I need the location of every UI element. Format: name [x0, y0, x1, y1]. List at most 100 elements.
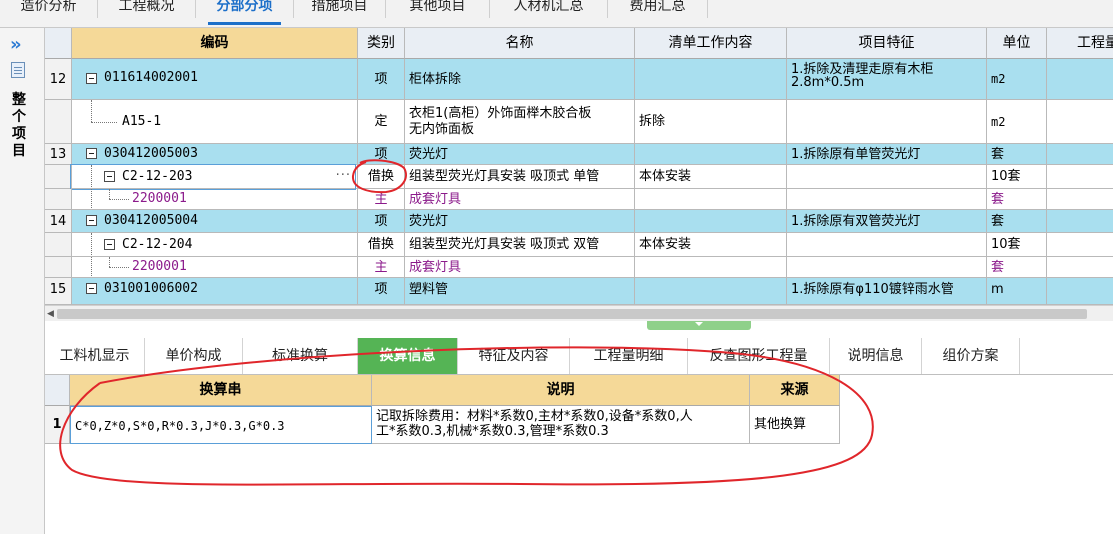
unit-cell[interactable]: 套	[987, 189, 1047, 210]
type-cell[interactable]: 项	[358, 210, 405, 233]
document-icon[interactable]	[11, 62, 25, 78]
work-content-cell[interactable]: 拆除	[635, 100, 787, 144]
name-cell[interactable]: 塑料管	[405, 278, 635, 305]
work-content-cell[interactable]	[635, 257, 787, 278]
double-chevron-right-icon[interactable]: »	[10, 36, 32, 54]
work-content-cell[interactable]	[635, 278, 787, 305]
header-name[interactable]: 名称	[405, 28, 635, 59]
type-cell[interactable]: 借换	[358, 165, 405, 189]
quantity-cell[interactable]	[1047, 144, 1113, 165]
header-conversion-string[interactable]: 换算串	[70, 375, 372, 406]
source-cell[interactable]: 其他换算	[750, 406, 840, 444]
name-cell[interactable]: 衣柜1(高柜）外饰面榉木胶合板 无内饰面板	[405, 100, 635, 144]
name-cell[interactable]: 荧光灯	[405, 144, 635, 165]
header-quantity[interactable]: 工程量	[1047, 28, 1113, 59]
scrollbar-thumb[interactable]	[57, 309, 1087, 319]
tab-other-items[interactable]: 其他项目	[386, 0, 490, 18]
type-cell[interactable]: 项	[358, 59, 405, 100]
collapse-icon[interactable]	[86, 73, 97, 84]
header-work-content[interactable]: 清单工作内容	[635, 28, 787, 59]
quantity-cell[interactable]	[1047, 100, 1113, 144]
unit-cell[interactable]: 套	[987, 257, 1047, 278]
tab-quantity-details[interactable]: 工程量明细	[570, 338, 688, 374]
code-cell[interactable]: 2200001	[72, 257, 358, 278]
code-cell[interactable]: 011614002001	[72, 59, 358, 100]
tab-labor-material-display[interactable]: 工料机显示	[45, 338, 145, 374]
scroll-left-icon[interactable]: ◀	[47, 308, 57, 320]
type-cell[interactable]: 定	[358, 100, 405, 144]
unit-cell[interactable]: 10套	[987, 165, 1047, 189]
type-cell[interactable]: 主	[358, 189, 405, 210]
work-content-cell[interactable]	[635, 144, 787, 165]
tab-features-content[interactable]: 特征及内容	[458, 338, 570, 374]
feature-cell[interactable]	[787, 100, 987, 144]
work-content-cell[interactable]	[635, 210, 787, 233]
work-content-cell[interactable]: 本体安装	[635, 165, 787, 189]
table-row[interactable]: 2200001 主 成套灯具 套	[45, 189, 1113, 210]
unit-cell[interactable]: m2	[987, 59, 1047, 100]
unit-cell[interactable]: 套	[987, 210, 1047, 233]
quantity-cell[interactable]	[1047, 165, 1113, 189]
tab-project-overview[interactable]: 工程概况	[98, 0, 196, 18]
feature-cell[interactable]	[787, 257, 987, 278]
header-code[interactable]: 编码	[72, 28, 358, 59]
name-cell[interactable]: 柜体拆除	[405, 59, 635, 100]
code-cell[interactable]: 2200001	[72, 189, 358, 210]
header-feature[interactable]: 项目特征	[787, 28, 987, 59]
table-row[interactable]: C2-12-204 借换 组装型荧光灯具安装 吸顶式 双管 本体安装 10套	[45, 233, 1113, 257]
collapse-icon[interactable]	[86, 283, 97, 294]
conversion-string-cell[interactable]: C*0,Z*0,S*0,R*0.3,J*0.3,G*0.3	[70, 406, 372, 444]
work-content-cell[interactable]	[635, 189, 787, 210]
name-cell[interactable]: 荧光灯	[405, 210, 635, 233]
unit-cell[interactable]: m2	[987, 100, 1047, 144]
type-cell[interactable]: 借换	[358, 233, 405, 257]
code-cell[interactable]: 030412005004	[72, 210, 358, 233]
table-row[interactable]: 15 031001006002 项 塑料管 1.拆除原有φ110镀锌雨水管 m	[45, 278, 1113, 305]
table-row[interactable]: 14 030412005004 项 荧光灯 1.拆除原有双管荧光灯 套	[45, 210, 1113, 233]
tab-pricing-scheme[interactable]: 组价方案	[922, 338, 1020, 374]
collapse-icon[interactable]	[86, 215, 97, 226]
quantity-cell[interactable]	[1047, 210, 1113, 233]
collapse-icon[interactable]	[104, 239, 115, 250]
panel-splitter-handle[interactable]	[647, 321, 751, 330]
tab-standard-conversion[interactable]: 标准换算	[243, 338, 358, 374]
type-cell[interactable]: 项	[358, 144, 405, 165]
feature-cell[interactable]: 1.拆除原有φ110镀锌雨水管	[787, 278, 987, 305]
table-row[interactable]: 12 011614002001 项 柜体拆除 1.拆除及清理走原有木柜 2.8m…	[45, 59, 1113, 100]
type-cell[interactable]: 主	[358, 257, 405, 278]
description-cell[interactable]: 记取拆除费用：材料*系数0,主材*系数0,设备*系数0,人 工*系数0.3,机械…	[372, 406, 750, 444]
tab-labor-material-machine[interactable]: 人材机汇总	[490, 0, 608, 18]
work-content-cell[interactable]	[635, 59, 787, 100]
quantity-cell[interactable]	[1047, 233, 1113, 257]
tab-description-info[interactable]: 说明信息	[830, 338, 922, 374]
tab-unit-price-composition[interactable]: 单价构成	[145, 338, 243, 374]
name-cell[interactable]: 成套灯具	[405, 257, 635, 278]
header-description[interactable]: 说明	[372, 375, 750, 406]
quantity-cell[interactable]	[1047, 257, 1113, 278]
name-cell[interactable]: 组装型荧光灯具安装 吸顶式 双管	[405, 233, 635, 257]
tab-reverse-graphic-quantity[interactable]: 反查图形工程量	[688, 338, 830, 374]
table-row[interactable]: 2200001 主 成套灯具 套	[45, 257, 1113, 278]
quantity-cell[interactable]	[1047, 278, 1113, 305]
feature-cell[interactable]: 1.拆除原有双管荧光灯	[787, 210, 987, 233]
feature-cell[interactable]: 1.拆除原有单管荧光灯	[787, 144, 987, 165]
header-source[interactable]: 来源	[750, 375, 840, 406]
header-type[interactable]: 类别	[358, 28, 405, 59]
code-cell[interactable]: C2-12-204	[72, 233, 358, 257]
quantity-cell[interactable]	[1047, 189, 1113, 210]
tab-measure-items[interactable]: 措施项目	[294, 0, 386, 18]
table-row[interactable]: 13 030412005003 项 荧光灯 1.拆除原有单管荧光灯 套	[45, 144, 1113, 165]
horizontal-scrollbar[interactable]: ◀	[45, 305, 1113, 321]
unit-cell[interactable]: m	[987, 278, 1047, 305]
tab-cost-summary[interactable]: 费用汇总	[608, 0, 708, 18]
code-cell[interactable]: 030412005003	[72, 144, 358, 165]
unit-cell[interactable]: 套	[987, 144, 1047, 165]
feature-cell[interactable]	[787, 165, 987, 189]
feature-cell[interactable]: 1.拆除及清理走原有木柜 2.8m*0.5m	[787, 59, 987, 100]
tab-divisional-items[interactable]: 分部分项	[196, 0, 294, 25]
feature-cell[interactable]	[787, 189, 987, 210]
work-content-cell[interactable]: 本体安装	[635, 233, 787, 257]
feature-cell[interactable]	[787, 233, 987, 257]
name-cell[interactable]: 组装型荧光灯具安装 吸顶式 单管	[405, 165, 635, 189]
name-cell[interactable]: 成套灯具	[405, 189, 635, 210]
